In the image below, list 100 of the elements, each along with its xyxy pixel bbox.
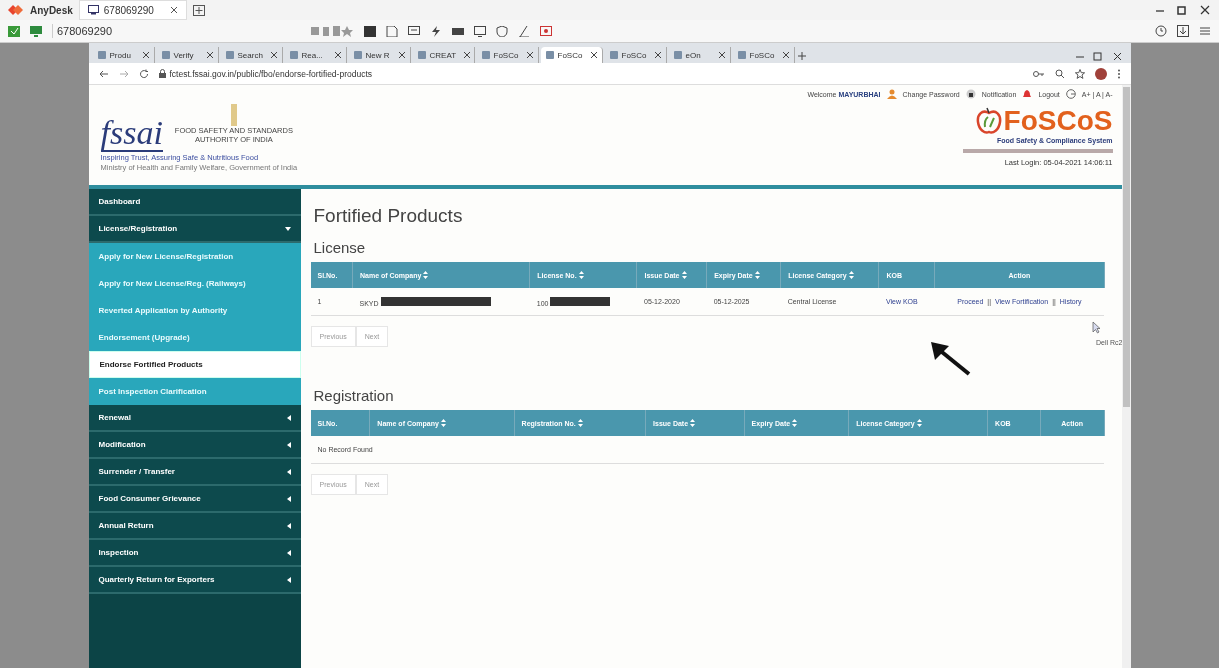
new-tab-icon[interactable] xyxy=(796,49,807,63)
sidebar-group-label: Modification xyxy=(98,440,146,449)
session-id: 678069290 xyxy=(103,4,154,16)
fssai-logo: fssai xyxy=(100,116,163,152)
sort-icon[interactable] xyxy=(681,271,687,279)
shield-icon[interactable] xyxy=(496,25,508,37)
tab-title: CREAT xyxy=(429,50,457,60)
sort-icon[interactable] xyxy=(440,419,446,427)
emblem-icon xyxy=(229,104,238,126)
browser-tab[interactable]: FoSCo xyxy=(732,47,795,63)
tab-favicon-icon xyxy=(673,51,682,59)
close-icon[interactable] xyxy=(464,52,471,58)
reload-icon[interactable] xyxy=(138,68,149,79)
tab-title: Produ xyxy=(109,50,131,60)
address-field[interactable]: 678069290 xyxy=(52,24,301,38)
foscos-logo: FoSCoS xyxy=(1003,107,1113,135)
download-icon[interactable] xyxy=(1177,25,1189,37)
tab-favicon-icon xyxy=(609,51,618,59)
more-icon[interactable] xyxy=(1116,68,1121,79)
browser-tab[interactable]: CREAT xyxy=(412,47,475,63)
app-name: AnyDesk xyxy=(30,4,73,16)
zoom-icon[interactable] xyxy=(1054,68,1065,79)
url-field[interactable]: fctest.fssai.gov.in/public/fbo/endorse-fortified-products xyxy=(169,68,373,79)
sidebar-group[interactable]: Modification xyxy=(88,432,301,459)
history-icon[interactable] xyxy=(1155,25,1167,37)
close-icon[interactable] xyxy=(1199,5,1211,15)
sort-icon[interactable] xyxy=(423,271,429,279)
sidebar-group[interactable]: Quarterly Return for Exporters xyxy=(88,567,301,594)
sort-icon[interactable] xyxy=(754,271,760,279)
browser-tab[interactable]: FoSCo xyxy=(476,47,539,63)
sidebar-group[interactable]: License/Registration xyxy=(88,216,301,243)
tab-favicon-icon xyxy=(225,51,234,59)
close-icon[interactable] xyxy=(526,52,533,58)
chat-icon[interactable] xyxy=(408,25,420,37)
sort-icon[interactable] xyxy=(916,419,922,427)
lightning-icon[interactable] xyxy=(430,25,442,37)
sort-icon[interactable] xyxy=(690,419,696,427)
browser-tab[interactable]: Rea... xyxy=(284,47,347,63)
close-icon[interactable] xyxy=(718,52,725,58)
section-heading: Registration xyxy=(313,387,394,404)
page-title: Fortified Products xyxy=(313,205,463,227)
close-icon[interactable] xyxy=(169,6,178,14)
apple-logo-icon xyxy=(975,107,1002,135)
browser-tab[interactable]: Verify xyxy=(156,47,219,63)
keyboard-icon[interactable] xyxy=(452,25,464,37)
close-icon[interactable] xyxy=(398,52,405,58)
new-tab-icon[interactable] xyxy=(192,4,205,16)
sidebar-group[interactable]: Surrender / Transfer xyxy=(88,459,301,486)
browser-tab[interactable]: FoSCo xyxy=(540,47,603,63)
tab-favicon-icon xyxy=(545,51,554,59)
tab-favicon-icon xyxy=(737,51,746,59)
avatar-icon[interactable] xyxy=(1094,67,1107,80)
close-icon[interactable] xyxy=(334,52,341,58)
section-heading: License xyxy=(313,239,366,256)
close-icon[interactable] xyxy=(142,52,149,58)
sidebar-group[interactable]: Inspection xyxy=(88,540,301,567)
tab-title: Search xyxy=(237,50,263,60)
sort-icon[interactable] xyxy=(577,419,583,427)
browser-tab[interactable]: New R xyxy=(348,47,411,63)
tab-title: FoSCo xyxy=(621,50,647,60)
tab-title: FoSCo xyxy=(749,50,775,60)
browser-tab[interactable]: eOn xyxy=(668,47,731,63)
close-icon[interactable] xyxy=(782,52,789,58)
logout-icon xyxy=(1065,89,1076,99)
sidebar-subitem[interactable]: Endorse Fortified Products xyxy=(88,351,301,378)
back-icon[interactable] xyxy=(98,68,109,79)
sidebar-group-label: Surrender / Transfer xyxy=(98,467,175,476)
tab-favicon-icon xyxy=(161,51,170,59)
sort-icon[interactable] xyxy=(848,271,854,279)
close-icon[interactable] xyxy=(270,52,277,58)
close-icon[interactable] xyxy=(654,52,661,58)
browser-tab[interactable]: FoSCo xyxy=(604,47,667,63)
sidebar-group[interactable]: Food Consumer Grievance xyxy=(88,486,301,513)
scrollbar[interactable] xyxy=(1121,85,1131,668)
screen-icon[interactable] xyxy=(364,25,376,37)
star-icon[interactable] xyxy=(1074,68,1085,79)
document-icon[interactable] xyxy=(386,25,398,37)
pen-icon[interactable] xyxy=(518,25,530,37)
close-icon[interactable] xyxy=(206,52,213,58)
lock-icon xyxy=(158,69,166,78)
key-icon[interactable] xyxy=(1032,68,1045,79)
record-icon[interactable] xyxy=(540,25,552,37)
monitor-icon xyxy=(87,5,99,15)
monitor-icon[interactable] xyxy=(474,25,486,37)
sidebar-group[interactable]: Annual Return xyxy=(88,513,301,540)
anydesk-logo-icon xyxy=(8,4,24,16)
session-tab[interactable]: 678069290 xyxy=(78,0,187,20)
status-icon xyxy=(8,25,20,37)
sidebar-group[interactable]: Renewal xyxy=(88,405,301,432)
sidebar-item[interactable]: Dashboard xyxy=(88,189,301,216)
close-icon[interactable] xyxy=(590,52,597,58)
browser-tab[interactable]: Produ xyxy=(92,47,155,63)
tab-favicon-icon xyxy=(289,51,298,59)
sidebar-group-label: Annual Return xyxy=(98,521,154,530)
user-icon xyxy=(886,89,897,99)
tab-favicon-icon xyxy=(417,51,426,59)
browser-tab[interactable]: Search xyxy=(220,47,283,63)
sort-icon[interactable] xyxy=(792,419,798,427)
mouse-cursor-icon xyxy=(1091,321,1101,334)
sort-icon[interactable] xyxy=(578,271,584,279)
